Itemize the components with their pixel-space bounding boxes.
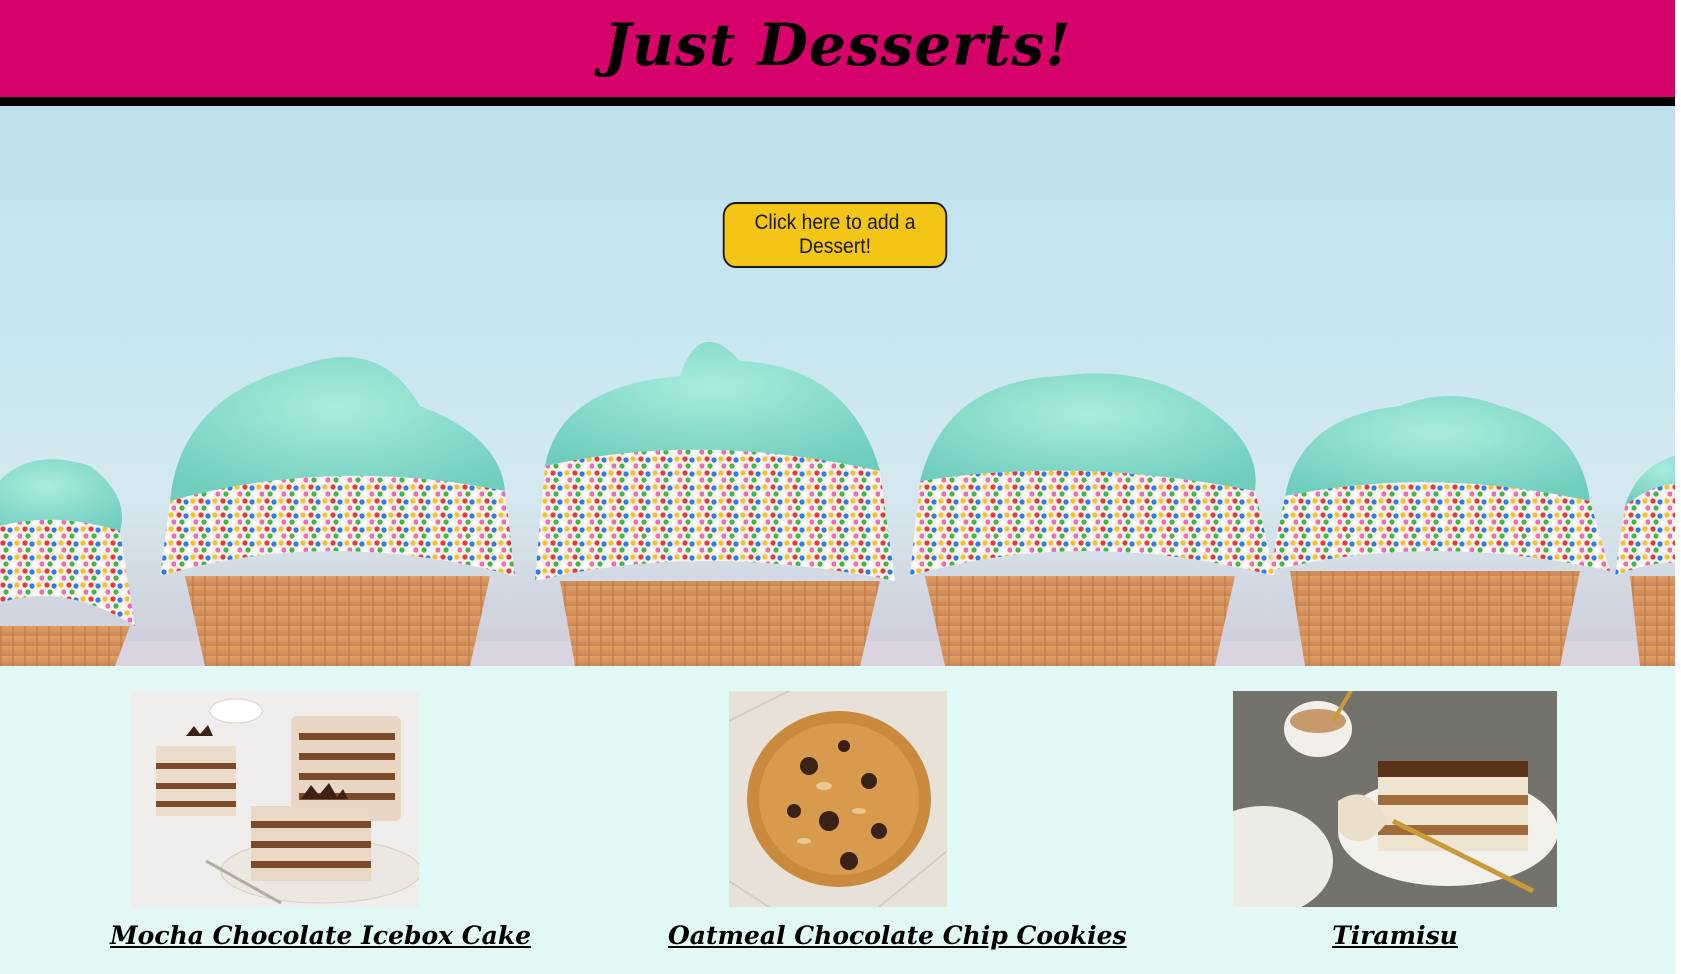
cookie-photo[interactable]: [729, 691, 947, 907]
hero-banner: Click here to add a Dessert!: [0, 106, 1675, 666]
site-title: Just Desserts!: [603, 10, 1072, 79]
dessert-card[interactable]: Tiramisu: [1230, 691, 1560, 950]
page: Just Desserts! Click here to add a Desse…: [0, 0, 1681, 974]
dessert-card[interactable]: Mocha Chocolate Icebox Cake: [110, 691, 531, 950]
tiramisu-photo[interactable]: [1233, 691, 1557, 907]
site-header: Just Desserts!: [0, 0, 1675, 97]
add-dessert-button[interactable]: Click here to add a Dessert!: [722, 202, 948, 268]
dessert-link-oatmeal-chocolate-chip-cookies[interactable]: Oatmeal Chocolate Chip Cookies: [668, 921, 1127, 950]
header-divider: [0, 97, 1675, 106]
icebox-cake-photo[interactable]: [131, 691, 419, 907]
dessert-gallery: Mocha Chocolate Icebox Cake Oatmeal Choc…: [0, 666, 1675, 974]
page-edge: [1675, 0, 1681, 974]
dessert-link-tiramisu[interactable]: Tiramisu: [1332, 921, 1458, 950]
dessert-link-mocha-chocolate-icebox-cake[interactable]: Mocha Chocolate Icebox Cake: [110, 921, 531, 950]
dessert-card[interactable]: Oatmeal Chocolate Chip Cookies: [668, 691, 1127, 950]
cupcakes-banner-image: [0, 341, 1675, 666]
